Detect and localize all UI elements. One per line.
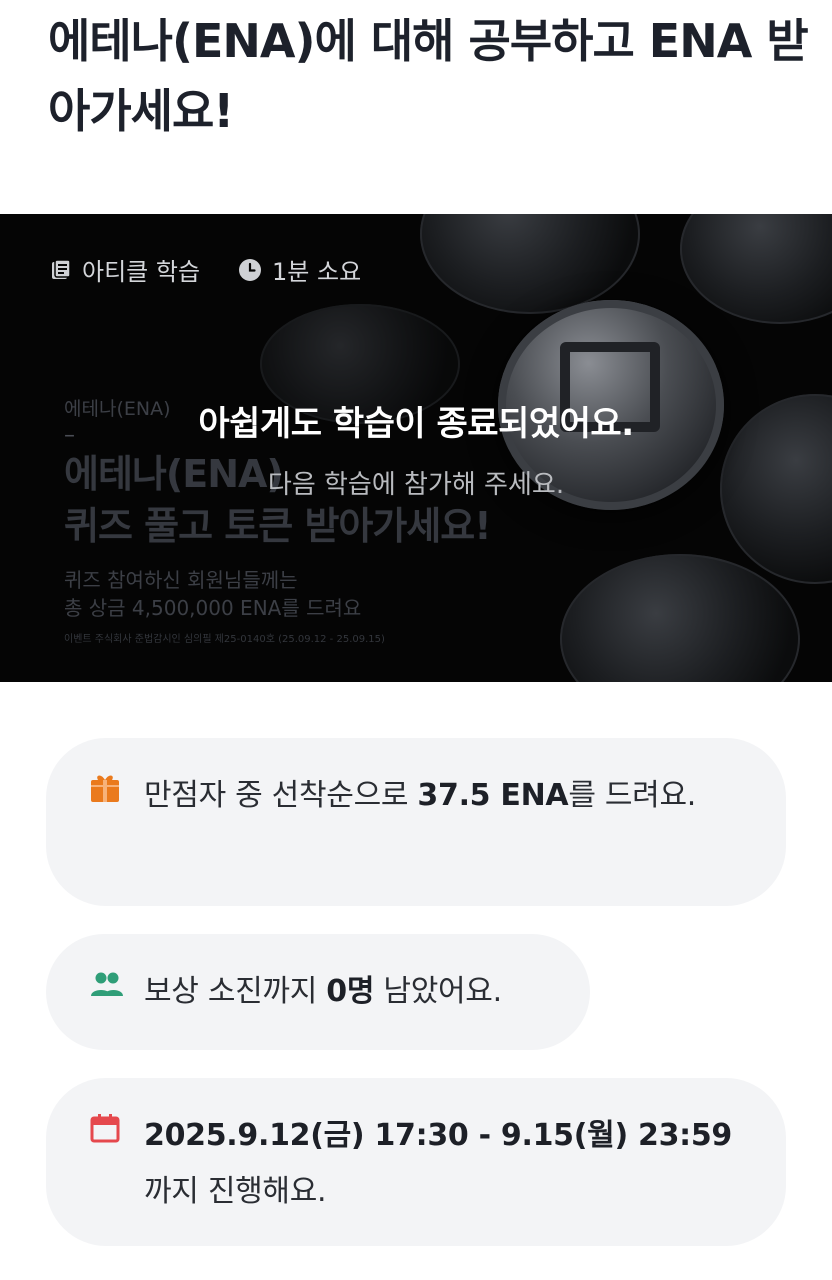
coin-decoration: [680, 214, 832, 324]
book-icon: [52, 258, 71, 279]
period-info-card: 2025.9.12(금) 17:30 - 9.15(월) 23:59 까지 진행해…: [46, 1078, 786, 1246]
remaining-text: 보상 소진까지 0명 남았어요.: [144, 964, 502, 1020]
remaining-prefix: 보상 소진까지: [144, 974, 327, 1009]
clock-icon: [239, 258, 262, 281]
people-icon: [91, 972, 123, 996]
learning-banner: 아티클 학습 1분 소요 에테나(ENA) – 에테나(ENA) 퀴즈 풀고 토…: [0, 214, 832, 682]
promo-headline-line2: 퀴즈 풀고 토큰 받아가세요!: [64, 504, 492, 548]
calendar-icon-wrap: [90, 1108, 124, 1148]
remaining-count: 0명: [326, 974, 375, 1009]
remaining-suffix: 남았어요.: [374, 974, 502, 1009]
calendar-icon: [90, 1114, 120, 1143]
coin-decoration: [420, 214, 640, 314]
period-suffix: 까지 진행해요.: [144, 1174, 327, 1209]
ended-status-title: 아쉽게도 학습이 종료되었어요.: [198, 404, 634, 444]
prize-prefix: 만점자 중 선착순으로: [144, 778, 418, 813]
gift-icon-wrap: [90, 768, 124, 808]
page-title: 에테나(ENA)에 대해 공부하고 ENA 받아가세요!: [48, 14, 809, 138]
prize-suffix: 를 드려요.: [568, 778, 696, 813]
period-text: 2025.9.12(금) 17:30 - 9.15(월) 23:59 까지 진행해…: [144, 1108, 732, 1220]
coin-decoration: [560, 554, 800, 682]
promo-body-line2: 총 상금 4,500,000 ENA를 드려요: [64, 596, 362, 620]
people-icon-wrap: [90, 964, 124, 1004]
meta-duration: 1분 소요: [238, 252, 361, 287]
remaining-info-card: 보상 소진까지 0명 남았어요.: [46, 934, 590, 1050]
promo-body-line1: 퀴즈 참여하신 회원님들께는: [64, 568, 298, 592]
prize-amount: 37.5 ENA: [417, 778, 569, 813]
period-range: 2025.9.12(금) 17:30 - 9.15(월) 23:59: [144, 1118, 732, 1153]
prize-text: 만점자 중 선착순으로 37.5 ENA를 드려요.: [144, 768, 696, 824]
gift-icon: [91, 775, 119, 802]
promo-fine-print: 이벤트 주식회사 준법감시인 심의필 제25-0140호 (25.09.12 -…: [64, 634, 385, 645]
ended-status-subtitle: 다음 학습에 참가해 주세요.: [267, 470, 565, 500]
banner-meta: 아티클 학습 1분 소요: [50, 252, 399, 287]
prize-info-card: 만점자 중 선착순으로 37.5 ENA를 드려요.: [46, 738, 786, 906]
meta-duration-label: 1분 소요: [272, 258, 362, 286]
meta-type: 아티클 학습: [50, 252, 200, 287]
meta-type-label: 아티클 학습: [82, 258, 201, 286]
